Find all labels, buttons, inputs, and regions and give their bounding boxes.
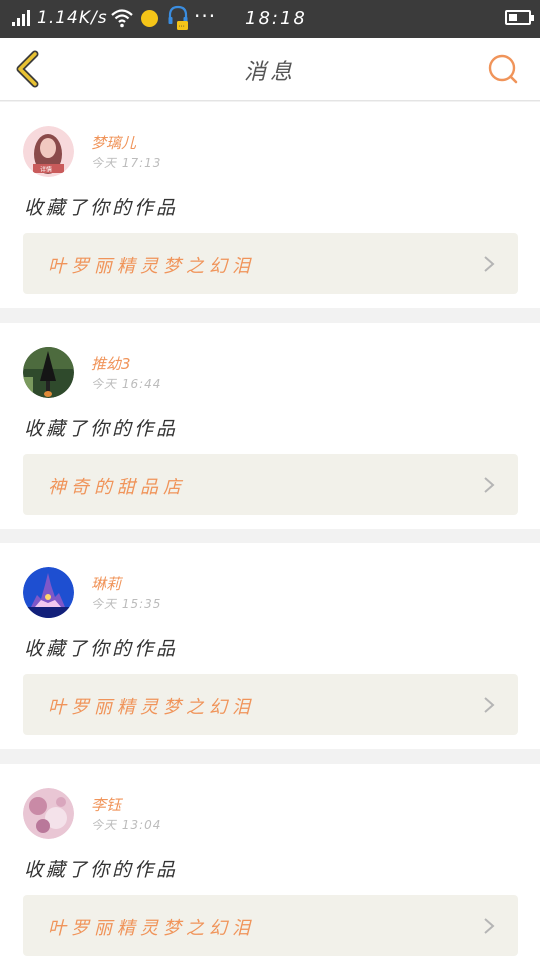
chevron-right-icon [484,918,495,934]
work-title: 叶罗丽精灵梦之幻泪 [48,697,255,718]
battery-icon [505,10,534,25]
clock: 18:18 [245,8,307,29]
avatar[interactable] [23,347,74,398]
headset-icon: ··· [168,5,188,31]
more-notifications-icon: ··· [194,4,217,28]
work-title: 叶罗丽精灵梦之幻泪 [48,918,255,939]
signal-icon [12,10,30,26]
username[interactable]: 梦璃儿 [91,132,136,153]
message-text: 收藏了你的作品 [24,197,179,219]
header: 消息 [0,38,540,101]
message-text: 收藏了你的作品 [24,418,179,440]
chevron-right-icon [484,256,495,272]
message-time: 今天 16:44 [91,377,162,391]
notification-dot-icon [141,10,158,27]
message-time: 今天 13:04 [91,818,162,832]
message-card: 推幼3 今天 16:44 收藏了你的作品 神奇的甜品店 [0,323,540,529]
message-card: 琳莉 今天 15:35 收藏了你的作品 叶罗丽精灵梦之幻泪 [0,543,540,749]
network-speed: 1.14K/s [37,8,108,28]
work-link[interactable]: 叶罗丽精灵梦之幻泪 [23,895,518,956]
work-link[interactable]: 叶罗丽精灵梦之幻泪 [23,674,518,735]
message-text: 收藏了你的作品 [24,859,179,881]
work-link[interactable]: 叶罗丽精灵梦之幻泪 [23,233,518,294]
username[interactable]: 推幼3 [91,353,131,374]
username[interactable]: 李钰 [91,794,121,815]
work-title: 神奇的甜品店 [48,477,186,498]
work-link[interactable]: 神奇的甜品店 [23,454,518,515]
message-text: 收藏了你的作品 [24,638,179,660]
message-card: 详情 梦璃儿 今天 17:13 收藏了你的作品 叶罗丽精灵梦之幻泪 [0,102,540,308]
avatar[interactable] [23,567,74,618]
avatar[interactable]: 详情 [23,126,74,177]
message-time: 今天 15:35 [91,597,162,611]
wifi-icon [111,9,133,28]
message-card: 李钰 今天 13:04 收藏了你的作品 叶罗丽精灵梦之幻泪 [0,764,540,970]
svg-text:···: ··· [178,23,185,31]
username[interactable]: 琳莉 [91,573,121,594]
chevron-right-icon [484,477,495,493]
chevron-right-icon [484,697,495,713]
search-icon[interactable] [484,50,522,88]
battery-level [509,14,517,21]
page-title: 消息 [243,60,296,85]
status-bar: 1.14K/s ··· ··· 18:18 [0,0,540,38]
message-time: 今天 17:13 [91,156,162,170]
avatar[interactable] [23,788,74,839]
avatar-label: 详情 [40,166,52,174]
work-title: 叶罗丽精灵梦之幻泪 [48,256,255,277]
